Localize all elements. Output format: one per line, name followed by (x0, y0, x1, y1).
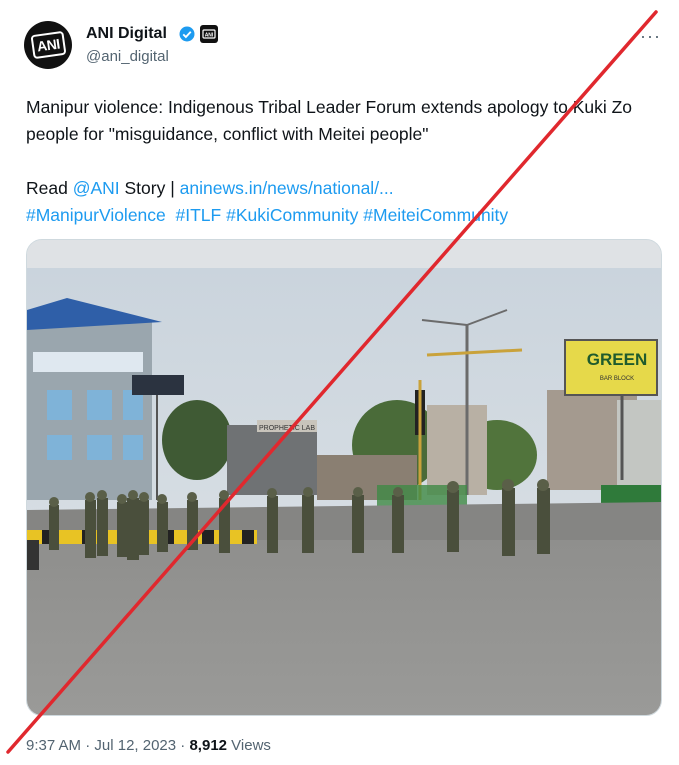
views-label: Views (227, 737, 271, 754)
mention-link[interactable]: @ANI (73, 178, 120, 198)
hashtag-link[interactable]: #KukiCommunity (226, 205, 358, 225)
ani-logo: ANI (30, 30, 66, 60)
billboard-subtext: BAR BLOCK (600, 376, 634, 382)
svg-text:ANI: ANI (205, 33, 214, 39)
author-handle[interactable]: @ani_digital (86, 48, 169, 65)
tweet-date[interactable]: Jul 12, 2023 (94, 737, 176, 754)
shop-sign: PROPHETIC LAB (259, 425, 315, 432)
billboard-text: GREEN (587, 350, 647, 369)
meta-separator: · (176, 737, 190, 754)
tweet-time[interactable]: 9:37 AM (26, 737, 81, 754)
tweet-photo[interactable]: PROPHETIC LAB GREEN BAR BLOCK (26, 239, 662, 716)
read-prefix: Read (26, 178, 73, 198)
hashtag-line: #ManipurViolence #ITLF #KukiCommunity #M… (26, 202, 646, 229)
hashtag-link[interactable]: #ManipurViolence (26, 205, 166, 225)
tweet-meta: 9:37 AM · Jul 12, 2023 · 8,912 Views (26, 737, 271, 754)
hashtag-link[interactable]: #MeiteiCommunity (363, 205, 508, 225)
more-options-icon[interactable]: ··· (640, 26, 661, 47)
tweet-headline: Manipur violence: Indigenous Tribal Lead… (26, 97, 633, 144)
verified-icon (179, 26, 195, 42)
views-count: 8,912 (189, 737, 228, 754)
author-name[interactable]: ANI Digital (86, 25, 167, 43)
hashtag-link[interactable]: #ITLF (176, 205, 222, 225)
read-mid: Story | (119, 178, 180, 198)
meta-separator: · (81, 737, 95, 754)
read-line: Read @ANI Story | aninews.in/news/nation… (26, 175, 646, 202)
article-link[interactable]: aninews.in/news/national/... (180, 178, 394, 198)
tweet-text: Manipur violence: Indigenous Tribal Lead… (26, 94, 646, 229)
avatar[interactable]: ANI (24, 21, 72, 69)
affiliate-badge-icon[interactable]: ANI (200, 25, 218, 43)
street-scene-image: PROPHETIC LAB GREEN BAR BLOCK (27, 240, 661, 715)
